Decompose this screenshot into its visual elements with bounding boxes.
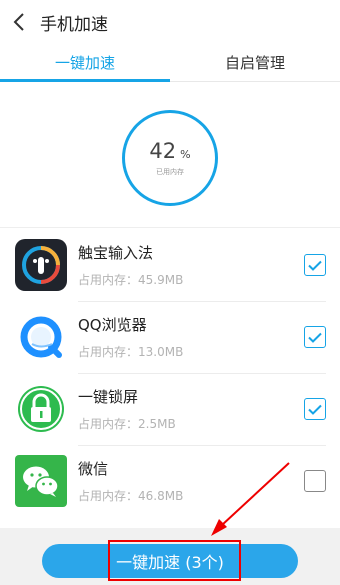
boost-button[interactable]: 一键加速 (3个): [42, 544, 298, 578]
header: 手机加速: [0, 0, 340, 44]
app-name: 一键锁屏: [78, 388, 139, 406]
tab-boost[interactable]: 一键加速: [0, 44, 170, 82]
tab-autostart[interactable]: 自启管理: [170, 44, 340, 81]
back-button[interactable]: [8, 0, 30, 44]
qq-browser-icon: [15, 311, 67, 363]
app-name: QQ浏览器: [78, 316, 147, 334]
touchpal-icon: [15, 239, 67, 291]
list-item[interactable]: 触宝输入法 占用内存：45.9MB: [0, 229, 340, 301]
app-checkbox[interactable]: [304, 398, 326, 420]
chevron-left-icon: [13, 13, 24, 31]
footer-bar: 一键加速 (3个): [0, 528, 340, 585]
memory-caption: 已用内存: [156, 167, 184, 176]
lock-screen-icon: [15, 383, 67, 435]
checkmark-icon: [308, 332, 322, 343]
app-memory: 占用内存：2.5MB: [78, 417, 176, 431]
app-memory: 占用内存：46.8MB: [78, 489, 184, 503]
app-name: 触宝输入法: [78, 244, 154, 262]
tab-bar: 一键加速 自启管理: [0, 44, 340, 82]
list-item[interactable]: 微信 占用内存：46.8MB: [0, 445, 340, 517]
memory-value: 42%: [149, 138, 191, 163]
app-memory: 占用内存：45.9MB: [78, 273, 184, 287]
memory-panel: 42% 已用内存: [0, 82, 340, 228]
app-list: 触宝输入法 占用内存：45.9MB QQ浏览器 占用内存：13.0MB 一键锁屏…: [0, 229, 340, 517]
app-name: 微信: [78, 460, 109, 478]
app-checkbox[interactable]: [304, 326, 326, 348]
checkmark-icon: [308, 260, 322, 271]
app-checkbox[interactable]: [304, 254, 326, 276]
page-title: 手机加速: [40, 14, 108, 35]
app-memory: 占用内存：13.0MB: [78, 345, 184, 359]
list-item[interactable]: QQ浏览器 占用内存：13.0MB: [0, 301, 340, 373]
wechat-icon: [15, 455, 67, 507]
list-item[interactable]: 一键锁屏 占用内存：2.5MB: [0, 373, 340, 445]
app-checkbox[interactable]: [304, 470, 326, 492]
memory-gauge: 42% 已用内存: [122, 109, 218, 206]
checkmark-icon: [308, 404, 322, 415]
